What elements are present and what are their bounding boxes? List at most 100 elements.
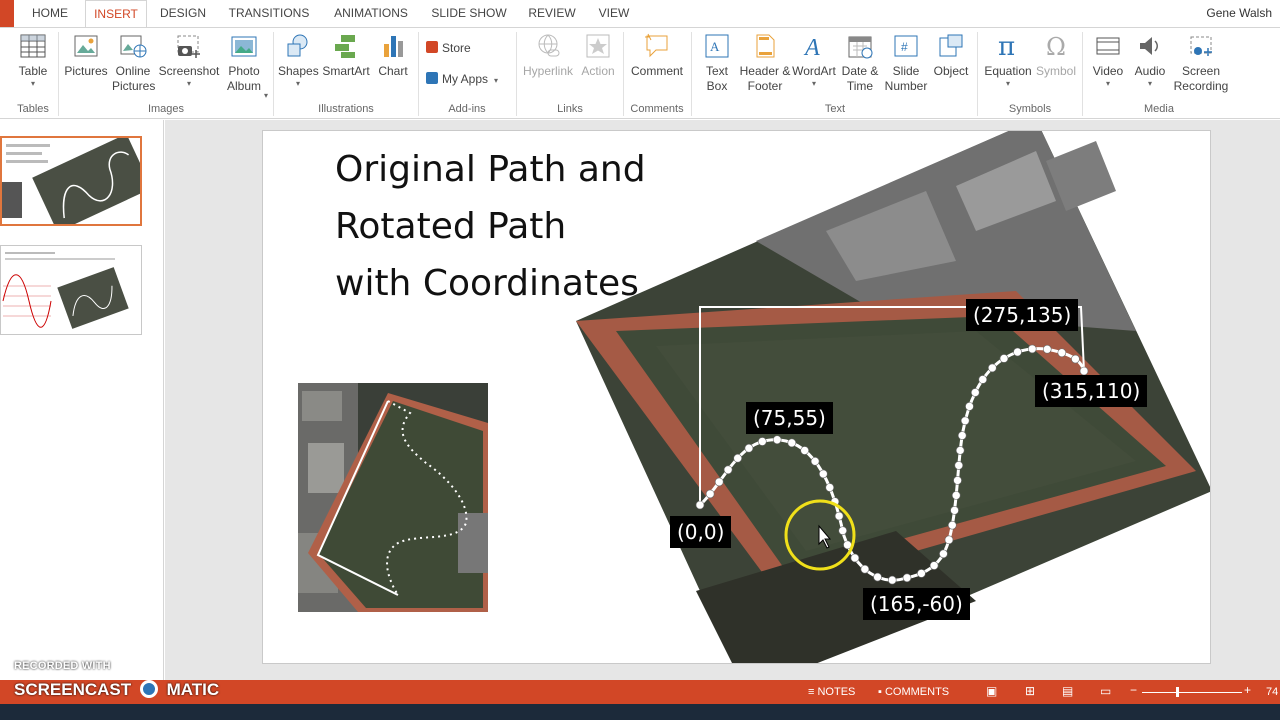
chart-icon — [384, 36, 403, 57]
pictures-icon — [74, 35, 98, 57]
path-dot — [825, 483, 835, 492]
hyperlink-label: Hyperlink — [522, 64, 573, 78]
path-dot — [772, 435, 782, 445]
audio-button[interactable]: Audio ▾ — [1130, 32, 1170, 89]
path-dot — [1071, 354, 1080, 364]
chevron-down-icon: ▾ — [295, 79, 300, 88]
comments-button[interactable]: ▪ COMMENTS — [878, 686, 949, 698]
table-button[interactable]: Table ▾ — [12, 32, 54, 89]
watermark-logo: SCREENCAST MATIC — [14, 680, 219, 700]
path-dot — [714, 477, 724, 487]
slide-sorter-button[interactable]: ⊞ — [1025, 684, 1035, 698]
pictures-button[interactable]: Pictures — [62, 32, 110, 79]
zoom-level[interactable]: 74 — [1266, 686, 1278, 698]
screenshot-label: Screenshot — [158, 64, 220, 78]
shapes-button[interactable]: Shapes ▾ — [278, 32, 319, 89]
action-label: Action — [581, 64, 615, 78]
text-box-button[interactable]: A Text Box — [697, 32, 737, 94]
path-dot — [950, 506, 959, 515]
table-icon — [20, 34, 46, 58]
path-dot — [957, 431, 967, 440]
path-dot — [954, 461, 964, 470]
tab-insert[interactable]: INSERT — [85, 0, 147, 28]
tab-design[interactable]: DESIGN — [152, 0, 214, 27]
smartart-button[interactable]: SmartArt — [320, 32, 372, 79]
path-dot — [723, 465, 733, 475]
equation-button[interactable]: π Equation ▾ — [982, 32, 1034, 89]
action-button[interactable]: Action — [576, 32, 620, 79]
tab-view[interactable]: VIEW — [590, 0, 638, 27]
slide-thumbnail-2[interactable] — [0, 245, 142, 335]
object-button[interactable]: Object — [930, 32, 972, 79]
zoom-in-button[interactable]: + — [1244, 683, 1251, 697]
screen-recording-label: Screen Recording — [1173, 64, 1229, 93]
comment-label: Comment — [630, 64, 683, 78]
path-dot — [1042, 344, 1052, 354]
path-dot — [978, 375, 988, 384]
audio-label: Audio — [1134, 64, 1166, 78]
zoom-slider[interactable] — [1142, 692, 1242, 693]
reading-view-button[interactable]: ▤ — [1062, 684, 1073, 698]
store-button[interactable]: Store — [426, 41, 471, 55]
coord-label-peak[interactable]: (75,55) — [746, 402, 833, 434]
store-label: Store — [442, 41, 471, 55]
video-button[interactable]: Video ▾ — [1088, 32, 1128, 89]
path-dot — [818, 469, 828, 479]
online-pictures-button[interactable]: Online Pictures — [112, 32, 155, 94]
file-tab[interactable] — [0, 0, 14, 27]
hyperlink-button[interactable]: Hyperlink — [520, 32, 576, 79]
coord-label-origin[interactable]: (0,0) — [670, 516, 732, 548]
coord-label-end[interactable]: (315,110) — [1035, 375, 1148, 407]
path-dot — [1013, 347, 1022, 357]
my-apps-button[interactable]: My Apps ▾ — [426, 72, 498, 86]
pictures-label: Pictures — [64, 64, 108, 78]
path-dot — [947, 520, 957, 530]
screen-recording-button[interactable]: Screen Recording — [1172, 32, 1230, 94]
svg-text:A: A — [710, 39, 720, 54]
path-dot — [970, 388, 980, 397]
notes-button[interactable]: ≡ NOTES — [808, 686, 855, 698]
path-dot — [939, 549, 948, 559]
slide-number-button[interactable]: # Slide Number — [884, 32, 928, 94]
path-dot — [944, 535, 954, 545]
slide[interactable]: Original Path and Rotated Path with Coor… — [262, 130, 1211, 664]
group-add-ins: Add-ins — [448, 103, 486, 115]
wordart-button[interactable]: A WordArt ▾ — [791, 32, 837, 89]
zoom-out-button[interactable]: − — [1130, 683, 1137, 697]
date-time-button[interactable]: Date & Time — [838, 32, 882, 94]
path-dot — [999, 354, 1009, 363]
zoom-slider-thumb[interactable] — [1176, 687, 1179, 697]
watermark-recorded-with: RECORDED WITH — [14, 660, 111, 672]
screencast-watermark: RECORDED WITH SCREENCAST MATIC — [14, 660, 219, 699]
path-dot — [887, 575, 897, 585]
my-apps-label: My Apps — [442, 72, 489, 86]
path-dot — [960, 416, 970, 426]
slide-thumbnail-1[interactable] — [0, 136, 142, 226]
comment-icon — [645, 33, 668, 58]
chevron-down-icon: ▾ — [263, 91, 268, 100]
coord-label-top[interactable]: (275,135) — [966, 299, 1079, 331]
screenshot-button[interactable]: Screenshot ▾ — [158, 32, 220, 89]
comment-button[interactable]: Comment — [627, 32, 687, 79]
pi-icon: π — [998, 32, 1015, 60]
table-label: Table — [18, 64, 48, 78]
path-dot — [965, 402, 974, 411]
hyperlink-icon — [538, 34, 560, 57]
svg-text:π: π — [998, 32, 1015, 60]
header-footer-button[interactable]: Header & Footer — [739, 32, 791, 94]
record-icon — [139, 680, 158, 698]
normal-view-button[interactable]: ▣ — [986, 684, 997, 698]
coord-label-trough[interactable]: (165,-60) — [863, 588, 970, 620]
tab-slide-show[interactable]: SLIDE SHOW — [426, 0, 512, 27]
tab-animations[interactable]: ANIMATIONS — [326, 0, 416, 27]
group-separator — [58, 32, 59, 116]
tab-home[interactable]: HOME — [18, 0, 82, 27]
slide-show-button[interactable]: ▭ — [1100, 684, 1111, 698]
tab-transitions[interactable]: TRANSITIONS — [222, 0, 316, 27]
user-account-name[interactable]: Gene Walsh — [1206, 6, 1272, 20]
photo-album-button[interactable]: Photo Album ▾ — [220, 32, 268, 100]
chart-button[interactable]: Chart — [374, 32, 412, 79]
tab-review[interactable]: REVIEW — [522, 0, 582, 27]
chevron-down-icon: ▾ — [30, 79, 35, 88]
symbol-button[interactable]: Ω Symbol — [1034, 32, 1078, 79]
